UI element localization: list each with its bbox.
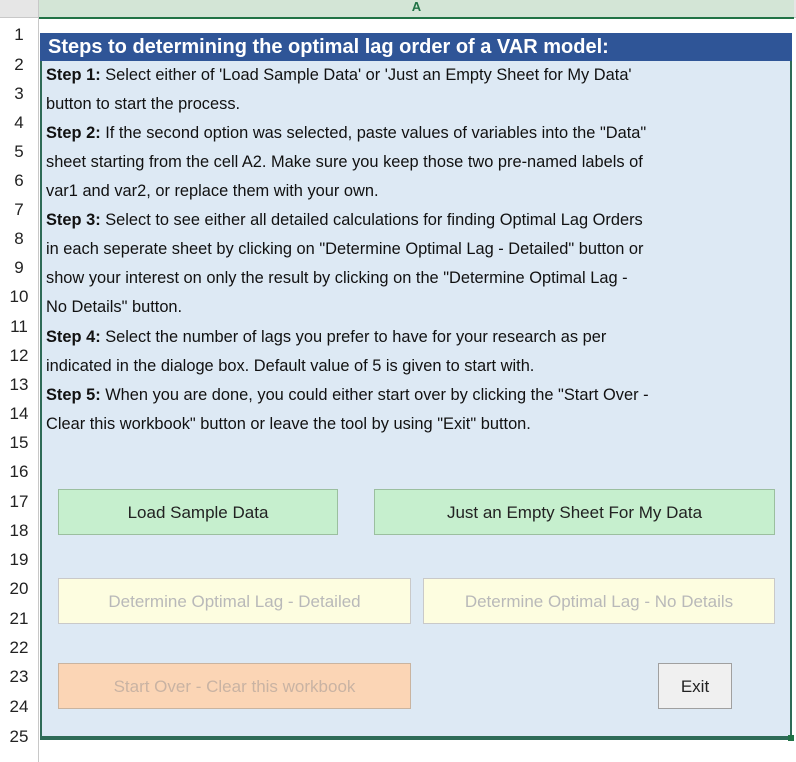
row-number[interactable]: 20: [0, 579, 38, 599]
instruction-text: indicated in the dialoge box. Default va…: [46, 357, 535, 375]
instruction-text: in each seperate sheet by clicking on "D…: [46, 240, 644, 258]
start-over-button[interactable]: Start Over - Clear this workbook: [58, 663, 411, 709]
instruction-text: If the second option was selected, paste…: [100, 124, 647, 142]
determine-optimal-lag-detailed-button[interactable]: Determine Optimal Lag - Detailed: [58, 578, 411, 624]
row-number[interactable]: 9: [0, 258, 38, 278]
row-number[interactable]: 3: [0, 84, 38, 104]
instruction-line: var1 and var2, or replace them with your…: [46, 182, 790, 201]
row-number[interactable]: 5: [0, 142, 38, 162]
instruction-text: Select to see either all detailed calcul…: [100, 211, 643, 229]
instruction-text: button to start the process.: [46, 95, 241, 113]
instruction-text: Select either of 'Load Sample Data' or '…: [100, 66, 632, 84]
instruction-text: show your interest on only the result by…: [46, 269, 628, 287]
instruction-line: Step 5: When you are done, you could eit…: [46, 386, 790, 405]
instruction-line: in each seperate sheet by clicking on "D…: [46, 240, 790, 259]
row-number[interactable]: 8: [0, 229, 38, 249]
row-number[interactable]: 1: [0, 25, 38, 45]
row-number[interactable]: 2: [0, 55, 38, 75]
row-number[interactable]: 13: [0, 375, 38, 395]
instruction-line: sheet starting from the cell A2. Make su…: [46, 153, 790, 172]
row-number[interactable]: 6: [0, 171, 38, 191]
row-number[interactable]: 14: [0, 404, 38, 424]
row-number[interactable]: 24: [0, 697, 38, 717]
step-label: Step 1:: [46, 66, 101, 84]
column-header-a[interactable]: A: [39, 0, 794, 19]
row-number[interactable]: 16: [0, 462, 38, 482]
determine-optimal-lag-no-details-button[interactable]: Determine Optimal Lag - No Details: [423, 578, 775, 624]
step-label: Step 2:: [46, 124, 101, 142]
row-number[interactable]: 11: [0, 317, 38, 337]
instruction-text: sheet starting from the cell A2. Make su…: [46, 153, 643, 171]
panel-bottom-border: [40, 737, 792, 740]
instruction-text: When you are done, you could either star…: [100, 386, 649, 404]
row-number[interactable]: 17: [0, 492, 38, 512]
selection-fill-handle[interactable]: [788, 735, 794, 741]
instruction-line: Step 2: If the second option was selecte…: [46, 124, 790, 143]
select-all-corner[interactable]: [0, 0, 39, 17]
instruction-text: var1 and var2, or replace them with your…: [46, 182, 379, 200]
panel-title: Steps to determining the optimal lag ord…: [40, 33, 792, 61]
step-label: Step 3:: [46, 211, 101, 229]
row-number[interactable]: 4: [0, 113, 38, 133]
exit-button[interactable]: Exit: [658, 663, 732, 709]
column-header-bar: A: [0, 0, 796, 19]
instruction-line: show your interest on only the result by…: [46, 269, 790, 288]
load-sample-data-button[interactable]: Load Sample Data: [58, 489, 338, 535]
row-number[interactable]: 22: [0, 638, 38, 658]
instruction-line: Step 3: Select to see either all detaile…: [46, 211, 790, 230]
instruction-line: button to start the process.: [46, 95, 790, 114]
row-number[interactable]: 10: [0, 287, 38, 307]
row-number[interactable]: 18: [0, 521, 38, 541]
row-headers: 1 2 3 4 5 6 7 8 9 10 11 12 13 14 15 16 17 18 19 20 21 22 23 24 2…: [0, 18, 39, 762]
row-number[interactable]: 19: [0, 550, 38, 570]
row-number[interactable]: 21: [0, 609, 38, 629]
instruction-line: indicated in the dialoge box. Default va…: [46, 357, 790, 376]
row-number[interactable]: 23: [0, 667, 38, 687]
row-number[interactable]: 15: [0, 433, 38, 453]
instruction-line: No Details" button.: [46, 298, 790, 317]
instruction-line: Clear this workbook" button or leave the…: [46, 415, 790, 434]
step-label: Step 4:: [46, 328, 101, 346]
step-label: Step 5:: [46, 386, 101, 404]
row-number[interactable]: 25: [0, 727, 38, 747]
instruction-text: Clear this workbook" button or leave the…: [46, 415, 531, 433]
instruction-line: Step 4: Select the number of lags you pr…: [46, 328, 790, 347]
empty-sheet-button[interactable]: Just an Empty Sheet For My Data: [374, 489, 775, 535]
row-number[interactable]: 7: [0, 200, 38, 220]
instruction-line: Step 1: Select either of 'Load Sample Da…: [46, 66, 790, 85]
instruction-text: Select the number of lags you prefer to …: [100, 328, 607, 346]
row-number[interactable]: 12: [0, 346, 38, 366]
instruction-text: No Details" button.: [46, 298, 183, 316]
